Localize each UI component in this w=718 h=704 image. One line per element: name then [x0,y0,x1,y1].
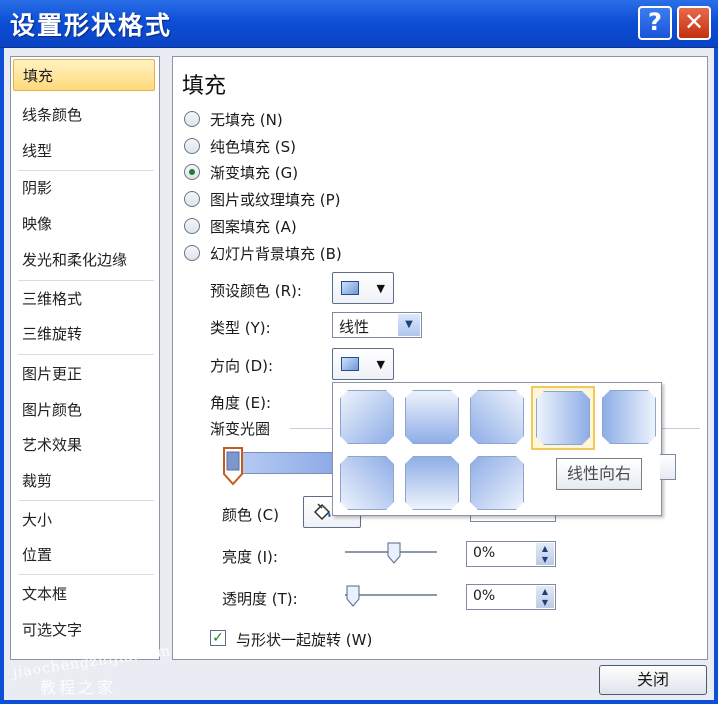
sidebar-item-shadow[interactable]: 阴影 [13,172,155,204]
radio-label: 图案填充 (A) [210,218,297,236]
transparency-value: 0% [473,588,496,604]
brightness-spinbox[interactable]: 0% ▲ ▼ [466,541,556,567]
watermark-text: 教程之家 [40,678,117,697]
paint-bucket-icon [313,503,331,521]
radio-circle[interactable] [184,138,200,154]
close-window-button[interactable]: ✕ [677,6,711,40]
type-select-value: 线性 [339,318,370,336]
help-button[interactable]: ? [638,6,672,40]
dropdown-arrow-icon: ▼ [376,358,385,371]
radio-label: 无填充 (N) [210,111,283,129]
sidebar-divider [18,170,154,171]
sidebar-item-reflection[interactable]: 映像 [13,208,155,240]
sidebar-item-size[interactable]: 大小 [13,504,155,536]
sidebar-item-line-color[interactable]: 线条颜色 [13,99,155,131]
sidebar-item-glow-soft-edges[interactable]: 发光和柔化边缘 [13,244,155,276]
radio-label: 幻灯片背景填充 (B) [210,245,342,263]
sidebar-item-fill[interactable]: 填充 [13,59,155,91]
gradient-stops-bar[interactable] [232,452,342,474]
radio-circle-checked[interactable] [184,164,200,180]
sidebar-item-crop[interactable]: 裁剪 [13,465,155,497]
sidebar-item-picture-color[interactable]: 图片颜色 [13,394,155,426]
radio-label: 渐变填充 (G) [210,164,299,182]
direction-tile-down[interactable] [405,390,459,444]
sidebar-divider [18,280,154,281]
direction-dropdown[interactable]: ▼ [332,348,394,380]
angle-label: 角度 (E): [210,394,272,412]
title-bar: 设置形状格式 ? ✕ [0,0,718,48]
sidebar-divider [18,574,154,575]
transparency-spinbox[interactable]: 0% ▲ ▼ [466,584,556,610]
radio-label: 纯色填充 (S) [210,138,296,156]
spin-up-down-icon[interactable]: ▲ ▼ [536,586,554,608]
preset-colors-label: 预设颜色 (R): [210,282,302,300]
sidebar-divider [18,354,154,355]
direction-tile-diagonal-bottom-left[interactable] [340,456,394,510]
sidebar-item-3d-format[interactable]: 三维格式 [13,283,155,315]
close-dialog-button[interactable]: 关闭 [599,665,707,695]
sidebar-item-3d-rotation[interactable]: 三维旋转 [13,318,155,350]
stop-button-partial[interactable] [660,454,676,480]
panel-title: 填充 [182,74,227,99]
gradient-swatch-icon [341,281,359,295]
direction-tile-up[interactable] [405,456,459,510]
sidebar-divider [18,500,154,501]
sidebar-item-position[interactable]: 位置 [13,539,155,571]
radio-circle[interactable] [184,218,200,234]
direction-tile-diagonal-top-left[interactable] [340,390,394,444]
direction-tile-diagonal-bottom-right[interactable] [470,456,524,510]
color-label: 颜色 (C) [222,506,279,524]
transparency-label: 透明度 (T): [222,590,298,608]
direction-tooltip: 线性向右 [556,458,642,490]
dialog-title: 设置形状格式 [10,11,173,40]
type-select[interactable]: 线性 ▼ [332,312,422,338]
brightness-value: 0% [473,545,496,561]
brightness-label: 亮度 (I): [222,548,278,566]
rotate-with-shape-label: 与形状一起旋转 (W) [236,631,373,649]
chevron-down-icon: ▼ [398,314,420,336]
gradient-stop-marker-icon[interactable] [222,446,244,486]
brightness-slider-thumb-icon[interactable] [387,542,401,564]
sidebar-item-picture-corrections[interactable]: 图片更正 [13,358,155,390]
radio-circle[interactable] [184,191,200,207]
spin-up-down-icon[interactable]: ▲ ▼ [536,543,554,565]
radio-circle[interactable] [184,245,200,261]
direction-tile-diagonal-top-right[interactable] [470,390,524,444]
direction-tile-right[interactable] [536,391,590,445]
gradient-stops-label: 渐变光圈 [210,420,271,438]
direction-tile-left[interactable] [602,390,656,444]
rotate-with-shape-checkbox[interactable]: ✓ [210,630,226,646]
sidebar-item-alt-text[interactable]: 可选文字 [13,614,155,646]
sidebar-item-text-box[interactable]: 文本框 [13,578,155,610]
radio-label: 图片或纹理填充 (P) [210,191,341,209]
type-label: 类型 (Y): [210,319,271,337]
transparency-slider-thumb-icon[interactable] [346,585,360,607]
sidebar-item-artistic-effects[interactable]: 艺术效果 [13,429,155,461]
radio-circle[interactable] [184,111,200,127]
direction-label: 方向 (D): [210,357,274,375]
gradient-swatch-icon [341,357,359,371]
preset-colors-dropdown[interactable]: ▼ [332,272,394,304]
dropdown-arrow-icon: ▼ [376,282,385,295]
sidebar-item-line-style[interactable]: 线型 [13,135,155,167]
